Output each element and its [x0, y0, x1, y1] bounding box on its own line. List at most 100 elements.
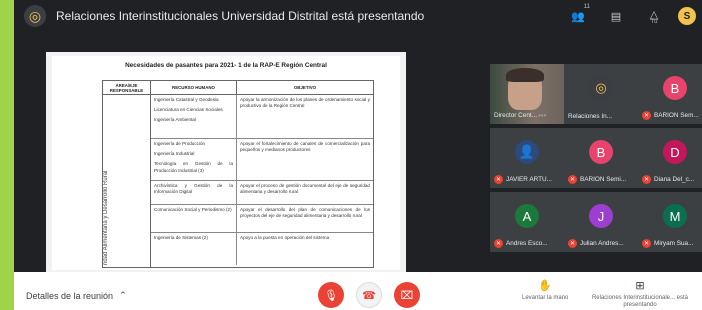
- meeting-details-button[interactable]: Detalles de la reunión ⌃: [26, 290, 127, 301]
- present-screen-icon: ⊞: [635, 280, 645, 292]
- obj-cell: Apoyar el fortalecimiento de canales de …: [240, 141, 370, 153]
- participant-name-text: JAVIER ARTU...: [506, 176, 552, 183]
- needs-table: ÁREA/EJE RESPONSABLE RECURSO HUMANO OBJE…: [102, 80, 374, 268]
- participant-tile[interactable]: M ✕ Miryam Sua...: [638, 192, 702, 252]
- table-body: ridad Alimentaria y Desarrollo Rural Ing…: [103, 95, 373, 267]
- bottom-bar: Detalles de la reunión ⌃ 🎙 ☎ ⌧ ✋ Levanta…: [14, 272, 702, 310]
- mic-off-icon: 🎙: [324, 289, 338, 302]
- logo-avatar-icon: ◎: [589, 76, 613, 100]
- rh-cell: Ingeniería Catastral y Geodesia Licencia…: [151, 95, 237, 138]
- participant-avatar: A: [515, 204, 539, 228]
- leave-call-button[interactable]: ☎: [356, 282, 382, 308]
- mic-off-icon: ✕: [568, 239, 577, 248]
- participant-tile[interactable]: B ✕ BARION Semi...: [564, 128, 638, 188]
- table-row: Archivística y Gestión de la Información…: [151, 181, 373, 205]
- top-bar: ◎ Relaciones Interinstitucionales Univer…: [14, 0, 702, 32]
- table-row: Ingeniería de Sistemas (2) Apoyo a la pu…: [151, 233, 373, 265]
- rh-text: Ingeniería Catastral y Geodesia: [154, 97, 219, 102]
- rh-cell: Archivística y Gestión de la Información…: [151, 181, 237, 204]
- rh-text: Archivística y Gestión de la Información…: [154, 183, 233, 195]
- rh-text: Tecnología en Gestión de la Producción I…: [154, 161, 233, 173]
- header-objetivo: OBJETIVO: [293, 85, 317, 90]
- self-avatar[interactable]: S: [678, 7, 696, 25]
- mic-off-icon: ✕: [494, 239, 503, 248]
- presenting-button[interactable]: ⊞ Relaciones Interinstitucionale... está…: [590, 280, 690, 310]
- self-caption: Tú: [650, 18, 658, 25]
- participant-photo: 👤: [515, 140, 539, 164]
- table-row: Ingeniería Catastral y Geodesia Licencia…: [151, 95, 373, 139]
- people-icon: 👥: [571, 10, 585, 23]
- participants-button[interactable]: 11 👥: [564, 4, 592, 28]
- participant-name: ✕ Andres Esco...: [494, 239, 548, 248]
- area-cell: ridad Alimentaria y Desarrollo Rural: [103, 95, 151, 267]
- rh-text: Ingeniería Industrial: [154, 151, 195, 157]
- participant-hair: [506, 68, 544, 82]
- rh-text: Ingeniería de Sistemas (2): [154, 235, 208, 240]
- activities-button[interactable]: △ Tú: [640, 4, 668, 28]
- presentation-stage: Necesidades de pasantes para 2021- 1 de …: [46, 52, 406, 274]
- rh-cell: Ingeniería de Sistemas (2): [151, 233, 237, 265]
- mic-off-icon: ✕: [642, 111, 651, 120]
- header-recurso-humano: RECURSO HUMANO: [151, 81, 237, 94]
- table-rows: Ingeniería Catastral y Geodesia Licencia…: [151, 95, 373, 267]
- participant-avatar: M: [663, 204, 687, 228]
- participant-tile[interactable]: ◎ Relaciones In...: [564, 64, 638, 124]
- participant-name: ✕ Miryam Sua...: [642, 239, 693, 248]
- table-row: Ingeniería de Producción Ingeniería Indu…: [151, 139, 373, 181]
- header-area: ÁREA/EJE RESPONSABLE: [103, 81, 151, 94]
- participant-name-text: Andres Esco...: [506, 240, 548, 247]
- participant-name: ✕ JAVIER ARTU...: [494, 175, 552, 184]
- table-row: Comunicación Social y Periodismo (2) Apo…: [151, 205, 373, 233]
- presenting-title: Relaciones Interinstitucionales Universi…: [56, 9, 425, 23]
- participant-tile[interactable]: B ✕ BARION Sem...: [638, 64, 702, 124]
- obj-cell: Apoyar la armonización de los planes de …: [240, 97, 370, 109]
- participant-name-text: BARION Sem...: [654, 112, 699, 119]
- table-header: ÁREA/EJE RESPONSABLE RECURSO HUMANO OBJE…: [103, 81, 373, 95]
- slide: Necesidades de pasantes para 2021- 1 de …: [52, 56, 400, 270]
- mic-off-icon: ✕: [568, 175, 577, 184]
- participant-tile[interactable]: J ✕ Julian Andres...: [564, 192, 638, 252]
- more-options-icon[interactable]: •••: [538, 111, 546, 120]
- obj-cell: Apoyar el proceso de gestión documental …: [240, 183, 370, 195]
- raise-hand-label: Levantar la mano: [522, 295, 569, 302]
- rh-text: Comunicación Social y Periodismo (2): [154, 207, 232, 212]
- rh-text: Licenciatura en Ciencias Sociales: [154, 107, 223, 113]
- participant-tile[interactable]: 👤 ✕ JAVIER ARTU...: [490, 128, 564, 188]
- mic-off-icon: ✕: [642, 175, 651, 184]
- rh-cell: Comunicación Social y Periodismo (2): [151, 205, 237, 232]
- top-actions: 11 👥 ▤ △ Tú S: [564, 4, 696, 28]
- obj-cell: Apoyar el desarrollo del plan de comunic…: [240, 207, 370, 219]
- hang-up-icon: ☎: [362, 289, 376, 302]
- participant-name: ✕ BARION Semi...: [568, 175, 626, 184]
- participant-tile[interactable]: D ✕ Diana Del_c...: [638, 128, 702, 188]
- hand-icon: ✋: [538, 280, 553, 292]
- participant-tile[interactable]: A ✕ Andres Esco...: [490, 192, 564, 252]
- presenting-label: Relaciones Interinstitucionale... está p…: [591, 295, 689, 309]
- participant-avatar: J: [589, 204, 613, 228]
- participant-name: ✕ BARION Sem...: [642, 111, 699, 120]
- chat-icon: ▤: [610, 10, 622, 23]
- presenter-logo-icon: ◎: [24, 5, 46, 27]
- participant-name: ✕ Julian Andres...: [568, 239, 624, 248]
- participant-avatar: B: [589, 140, 613, 164]
- participant-avatar: B: [663, 76, 687, 100]
- camera-toggle-button[interactable]: ⌧: [394, 282, 420, 308]
- participant-name-text: Julian Andres...: [580, 240, 624, 247]
- participant-tile[interactable]: Director Cent... •••: [490, 64, 564, 124]
- rh-cell: Ingeniería de Producción Ingeniería Indu…: [151, 139, 237, 180]
- mic-toggle-button[interactable]: 🎙: [318, 282, 344, 308]
- camera-off-icon: ⌧: [400, 289, 414, 302]
- meeting-details-label: Detalles de la reunión: [26, 290, 114, 301]
- participant-name-text: Relaciones In...: [568, 113, 613, 120]
- meet-window: ◎ Relaciones Interinstitucionales Univer…: [14, 0, 702, 310]
- participant-name-text: Director Cent...: [494, 112, 537, 119]
- chat-button[interactable]: ▤: [602, 4, 630, 28]
- participant-name-text: BARION Semi...: [580, 176, 627, 183]
- raise-hand-button[interactable]: ✋ Levantar la mano: [522, 280, 568, 302]
- chevron-up-icon: ⌃: [119, 290, 127, 300]
- participant-name: Relaciones In...: [568, 113, 612, 120]
- participant-avatar: D: [663, 140, 687, 164]
- rh-text: Ingeniería Ambiental: [154, 117, 196, 123]
- area-vertical-text: ridad Alimentaria y Desarrollo Rural: [103, 170, 109, 265]
- participant-name: ✕ Diana Del_c...: [642, 175, 694, 184]
